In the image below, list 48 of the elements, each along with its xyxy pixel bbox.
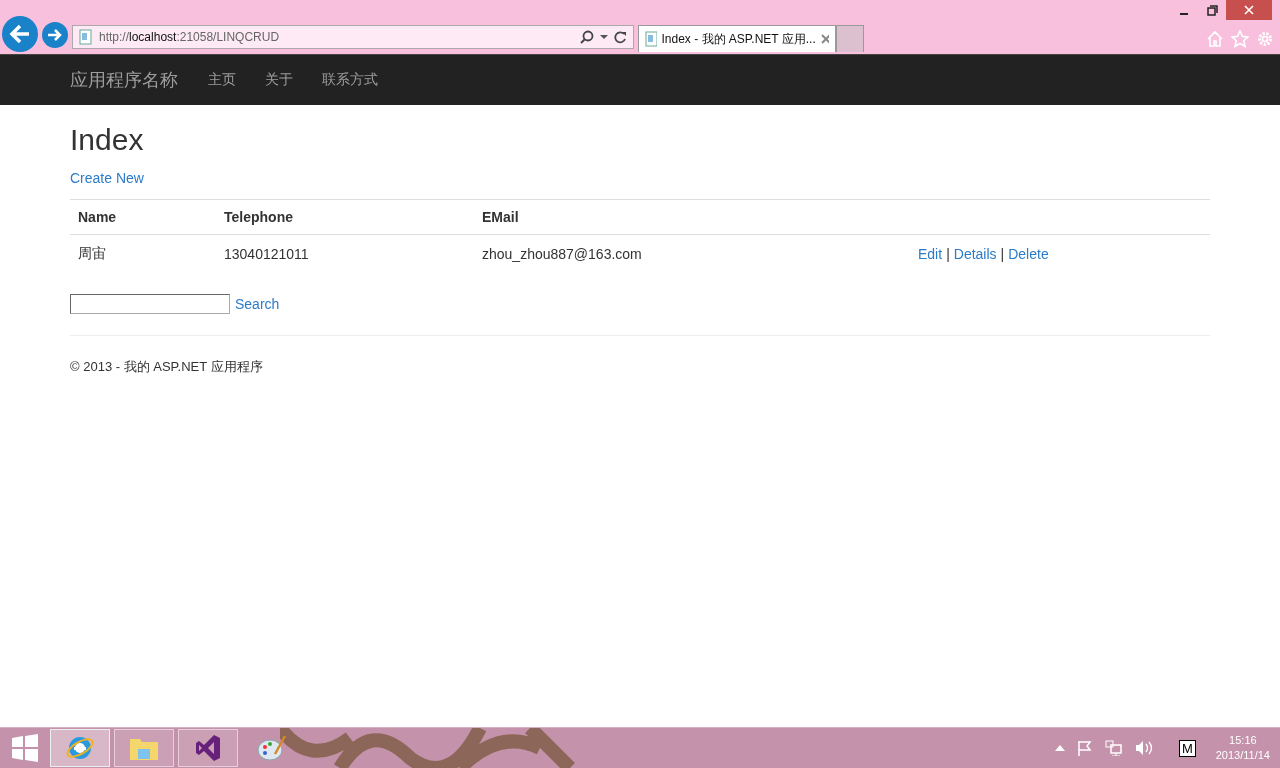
new-tab-button[interactable] — [836, 25, 864, 52]
home-icon[interactable] — [1206, 30, 1224, 48]
action-link[interactable]: Details — [953, 246, 997, 262]
close-icon[interactable] — [820, 34, 829, 44]
table-cell: zhou_zhou887@163.com — [474, 234, 910, 275]
column-header: Name — [70, 199, 216, 235]
taskbar-app[interactable] — [50, 729, 110, 767]
close-icon — [1243, 4, 1255, 16]
nav-link[interactable]: 关于 — [265, 71, 293, 89]
flag-icon[interactable] — [1076, 740, 1093, 756]
search-icon[interactable] — [580, 30, 594, 44]
separator-text: | — [946, 246, 950, 262]
input-method-indicator[interactable]: M — [1178, 739, 1196, 757]
minimize-icon — [1180, 13, 1188, 15]
back-arrow-icon — [9, 24, 31, 44]
speaker-icon[interactable] — [1134, 740, 1153, 756]
browser-tab[interactable]: Index - 我的 ASP.NET 应用... — [638, 25, 836, 52]
nav-link[interactable]: 主页 — [208, 71, 236, 89]
page-icon — [79, 29, 93, 45]
page-title: Index — [70, 123, 145, 157]
restore-icon — [1206, 4, 1218, 16]
separator-text: | — [1000, 246, 1005, 262]
page-icon — [645, 31, 657, 47]
forward-button[interactable] — [42, 22, 68, 48]
url-text: http://localhost:21058/LINQCRUD — [99, 30, 281, 44]
action-link[interactable]: Delete — [1008, 246, 1049, 262]
settings-icon[interactable] — [1256, 30, 1274, 48]
forward-arrow-icon — [47, 28, 63, 42]
network-icon[interactable] — [1104, 740, 1123, 756]
column-header: EMail — [474, 199, 910, 235]
create-link[interactable]: Create New — [70, 170, 144, 186]
action-link[interactable]: Edit — [918, 246, 943, 262]
column-header: Telephone — [216, 199, 474, 235]
search-link[interactable]: Search — [235, 296, 280, 312]
back-button[interactable] — [2, 16, 38, 52]
address-bar[interactable]: http://localhost:21058/LINQCRUD — [72, 25, 634, 49]
star-icon[interactable] — [1231, 30, 1249, 48]
paint-palette-icon — [257, 734, 287, 762]
brand-link[interactable]: 应用程序名称 — [70, 68, 178, 92]
refresh-icon[interactable] — [614, 30, 627, 44]
close-button[interactable] — [1226, 0, 1272, 20]
nav-link[interactable]: 联系方式 — [322, 71, 378, 89]
footer-text: © 2013 - 我的 ASP.NET 应用程序 — [70, 358, 264, 376]
table-cell: 周宙 — [70, 234, 216, 275]
caret-icon[interactable] — [600, 34, 608, 40]
infinity-logo-icon — [195, 734, 221, 762]
search-field[interactable] — [70, 294, 230, 314]
table-cell: 13040121011 — [216, 234, 474, 275]
